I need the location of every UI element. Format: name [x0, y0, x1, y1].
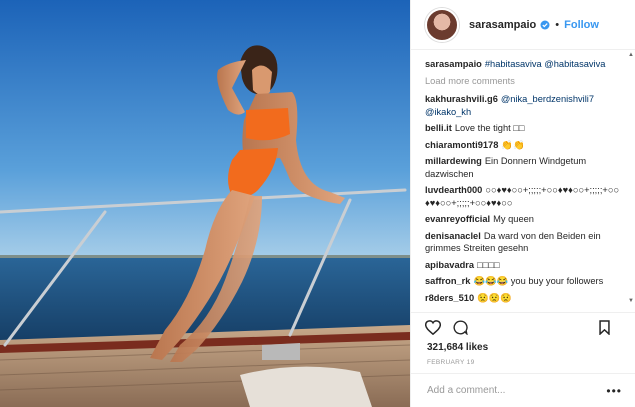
post-actions	[411, 312, 635, 342]
comments-list[interactable]: sarasampaio #habitasaviva @habitasaviva L…	[411, 50, 635, 308]
comment-username[interactable]: evanreyofficial	[425, 214, 490, 224]
comment-item: kakhurashvili.g6 @nika_berdzenishvili7 @i…	[425, 93, 622, 118]
instagram-post: sarasampaio • Follow sarasampaio #habitas…	[0, 0, 635, 407]
verified-badge-icon	[540, 20, 550, 29]
comment-text: My queen	[493, 214, 534, 224]
comment-item: saffron_rk 😂😂😂 you buy your followers	[425, 275, 622, 288]
comment-username[interactable]: denisanaclel	[425, 231, 481, 241]
comment-input[interactable]	[425, 384, 607, 397]
comment-username[interactable]: millardewing	[425, 156, 482, 166]
more-options-icon[interactable]: •••	[606, 384, 622, 398]
comment-item: belli.it Love the tight □□	[425, 122, 622, 135]
post-sidebar: sarasampaio • Follow sarasampaio #habitas…	[410, 0, 635, 407]
follow-button[interactable]: Follow	[564, 19, 599, 31]
comment-item: apibavadra □□□□	[425, 259, 622, 272]
comment-username[interactable]: kakhurashvili.g6	[425, 94, 498, 104]
separator-dot: •	[555, 18, 560, 31]
comment-username[interactable]: chiaramonti9178	[425, 140, 498, 150]
comments-scrollbar[interactable]: ▲ ▼	[628, 52, 634, 304]
comment-text: 👏👏	[501, 139, 525, 150]
post-date[interactable]: FEBRUARY 19	[427, 359, 475, 366]
post-username[interactable]: sarasampaio	[469, 19, 536, 31]
comment-username[interactable]: saffron_rk	[425, 276, 470, 286]
comment-item: evanreyofficial My queen	[425, 213, 622, 226]
post-photo[interactable]	[0, 0, 410, 407]
caption-text[interactable]: #habitasaviva @habitasaviva	[485, 59, 606, 69]
post-image	[0, 0, 410, 407]
speech-bubble-icon[interactable]	[453, 320, 468, 335]
comment-item: denisanaclel Da ward von den Beiden ein g…	[425, 230, 622, 255]
add-comment-bar: •••	[411, 373, 635, 407]
caption-username[interactable]: sarasampaio	[425, 59, 482, 69]
comment-text: 😟😟😟	[477, 292, 512, 303]
comment-item: luvdearth000 ○○♦♥♦○○+;;;;;+○○♦♥♦○○+;;;;;+…	[425, 184, 622, 209]
comment-text: 😂😂😂 you buy your followers	[473, 276, 604, 286]
comment-username[interactable]: luvdearth000	[425, 185, 482, 195]
comment-item: chiaramonti9178 👏👏	[425, 139, 622, 152]
comment-username[interactable]: apibavadra	[425, 260, 474, 270]
bookmark-icon[interactable]	[599, 320, 610, 335]
comment-username[interactable]: r8ders_510	[425, 293, 474, 303]
scroll-down-icon[interactable]: ▼	[628, 298, 634, 304]
post-header: sarasampaio • Follow	[411, 0, 635, 50]
heart-outline-icon[interactable]	[425, 320, 441, 335]
comment-text: □□□□	[477, 259, 500, 270]
comment-item: millardewing Ein Donnern Windgetum dazwis…	[425, 155, 622, 180]
scroll-up-icon[interactable]: ▲	[628, 52, 634, 58]
likes-count[interactable]: 321,684 likes	[427, 342, 488, 353]
load-more-comments[interactable]: Load more comments	[425, 75, 622, 88]
comment-username[interactable]: belli.it	[425, 123, 452, 133]
avatar[interactable]	[425, 7, 459, 42]
comment-item: r8ders_510 😟😟😟	[425, 292, 622, 305]
comment-text: Love the tight □□	[454, 123, 525, 133]
caption: sarasampaio #habitasaviva @habitasaviva	[425, 58, 622, 71]
